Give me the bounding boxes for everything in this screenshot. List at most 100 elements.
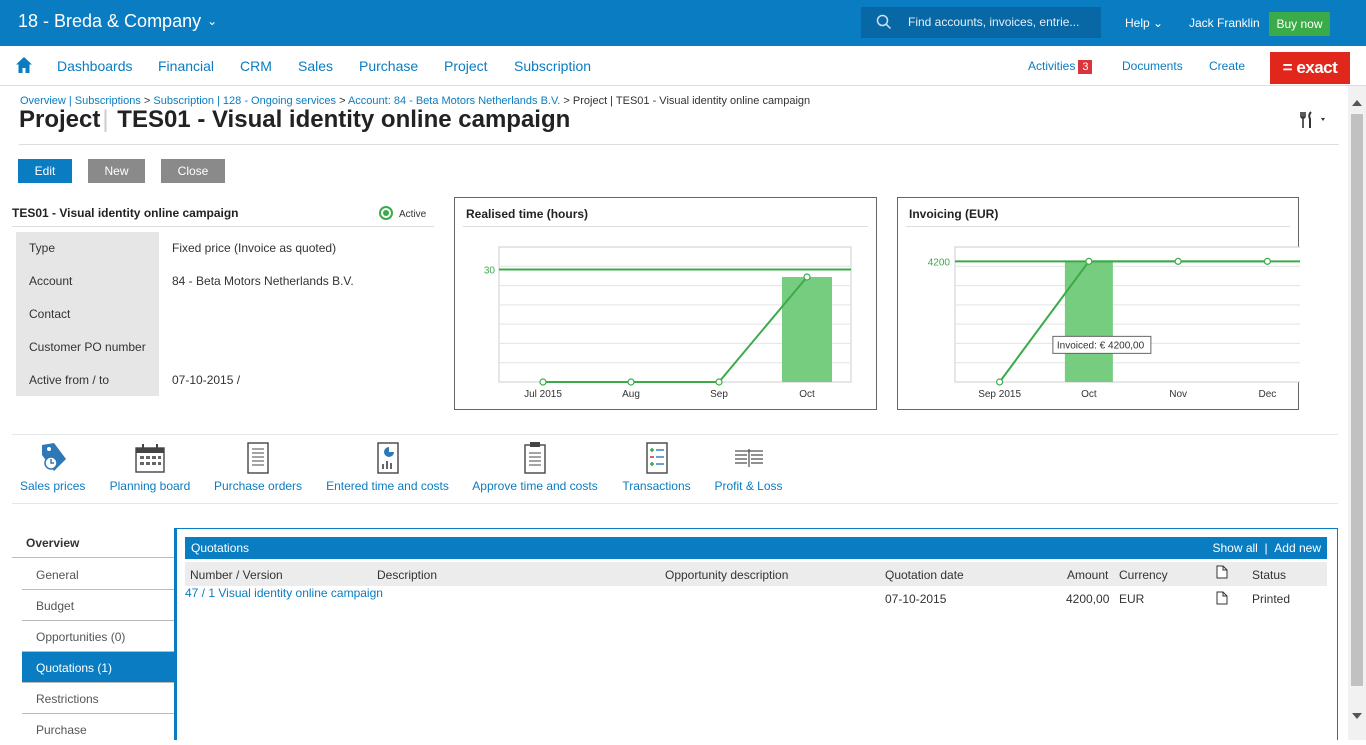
col-currency[interactable]: Currency: [1119, 568, 1168, 582]
shortcut-purchase-orders[interactable]: Purchase orders: [214, 441, 302, 493]
prop-value-active-from-to: 07-10-2015 /: [172, 373, 241, 387]
scroll-down-icon[interactable]: [1352, 713, 1362, 719]
search-input[interactable]: Find accounts, invoices, entrie...: [861, 7, 1101, 38]
col-status[interactable]: Status: [1252, 568, 1286, 582]
detail-divider: [12, 226, 434, 227]
prop-label-account: Account: [29, 274, 73, 288]
bar: [782, 277, 832, 382]
col-description[interactable]: Description: [377, 568, 437, 582]
clipboard-icon: [524, 442, 546, 474]
shortcut-profit-loss[interactable]: Profit & Loss: [714, 441, 783, 493]
col-amount[interactable]: Amount: [1067, 568, 1108, 582]
top-bar: 18 - Breda & Company ⌄ Find accounts, inv…: [0, 0, 1366, 46]
quotation-number-link[interactable]: 47 / 1: [185, 586, 215, 600]
close-button[interactable]: Close: [161, 159, 225, 183]
shortcut-label: Sales prices: [20, 479, 86, 493]
edit-button[interactable]: Edit: [18, 159, 72, 183]
quotations-actions: Show all | Add new: [1212, 541, 1321, 555]
menu-subscription[interactable]: Subscription: [514, 58, 591, 74]
search-icon: [876, 14, 892, 30]
sidenav-head-overview[interactable]: Overview: [12, 528, 176, 558]
plot-area: [954, 246, 1300, 383]
company-selector[interactable]: 18 - Breda & Company ⌄: [18, 11, 217, 32]
documents-link[interactable]: Documents: [1122, 59, 1183, 73]
quotation-currency: EUR: [1119, 592, 1145, 606]
title-separator: |: [102, 106, 109, 133]
sidenav-item-opportunities[interactable]: Opportunities (0): [22, 621, 176, 652]
page-scrollbar[interactable]: [1348, 86, 1366, 740]
x-tick-label: Nov: [1169, 389, 1187, 400]
new-button[interactable]: New: [88, 159, 145, 183]
quotations-header: Quotations Show all | Add new: [185, 537, 1327, 559]
x-tick-label: Sep 2015: [978, 389, 1021, 400]
sidenav-item-general[interactable]: General: [22, 559, 176, 590]
quotation-document[interactable]: [1216, 591, 1228, 608]
data-point: [803, 273, 811, 281]
menu-crm[interactable]: CRM: [240, 58, 272, 74]
quotation-status: Printed: [1252, 592, 1291, 606]
scrollbar-thumb[interactable]: [1351, 114, 1363, 686]
prop-value-account-link[interactable]: 84 - Beta Motors Netherlands B.V.: [172, 274, 354, 288]
prop-label-contact: Contact: [29, 307, 71, 321]
menu-project[interactable]: Project: [444, 58, 488, 74]
shortcut-label: Profit & Loss: [714, 479, 783, 493]
help-label: Help: [1125, 16, 1150, 30]
invoicing-chart-svg: 4200 Sep 2015 Oct Nov Dec Invoiced: € 4200,00: [928, 246, 1300, 400]
quotations-title: Quotations: [191, 541, 250, 555]
data-point: [1085, 257, 1093, 265]
sidenav-item-purchase[interactable]: Purchase: [22, 714, 176, 745]
chart-tooltip-text: Invoiced: € 4200,00: [1057, 340, 1145, 351]
calendar-icon: [135, 444, 165, 473]
sidenav-item-budget[interactable]: Budget: [22, 590, 176, 621]
prop-label-customer-po: Customer PO number: [29, 340, 146, 354]
report-chart-icon: [376, 442, 399, 474]
shortcut-label: Approve time and costs: [472, 479, 598, 493]
realised-time-chart-svg: 30 Jul 2015 Aug Sep Oct: [484, 246, 852, 400]
col-number-version[interactable]: Number / Version: [190, 568, 283, 582]
create-link[interactable]: Create: [1209, 59, 1245, 73]
quotation-amount: 4200,00: [1066, 592, 1110, 606]
activities-count-badge: 3: [1078, 60, 1093, 74]
help-menu[interactable]: Help ⌄: [1125, 16, 1163, 30]
breadcrumb-current: Project | TES01 - Visual identity online…: [572, 95, 811, 107]
tools-menu-icon[interactable]: [1300, 110, 1330, 130]
bar: [1064, 261, 1113, 382]
data-point: [996, 378, 1004, 386]
add-new-link[interactable]: Add new: [1274, 541, 1321, 555]
col-quotation-date[interactable]: Quotation date: [885, 568, 964, 582]
menu-sales[interactable]: Sales: [298, 58, 333, 74]
shortcut-transactions[interactable]: Transactions: [622, 441, 691, 493]
menu-purchase[interactable]: Purchase: [359, 58, 418, 74]
company-name: 18 - Breda & Company: [18, 11, 202, 31]
quotation-description-link[interactable]: Visual identity online campaign: [218, 586, 383, 600]
shortcut-approve-time-costs[interactable]: Approve time and costs: [472, 441, 598, 493]
show-all-link[interactable]: Show all: [1212, 541, 1257, 555]
status-label: Active: [399, 209, 427, 220]
shortcut-planning-board[interactable]: Planning board: [109, 441, 191, 493]
scroll-up-icon[interactable]: [1352, 100, 1362, 106]
ledger-icon: [734, 449, 763, 467]
table-row: 47 / 1 Visual identity online campaign 0…: [185, 586, 1327, 610]
price-tag-icon: [41, 443, 66, 471]
user-menu[interactable]: Jack Franklin: [1189, 16, 1260, 30]
menu-financial[interactable]: Financial: [158, 58, 214, 74]
menu-dashboards[interactable]: Dashboards: [57, 58, 133, 74]
activities-link[interactable]: Activities 3: [1028, 59, 1093, 74]
x-tick-label: Jul 2015: [524, 389, 562, 400]
invoicing-chart: Invoicing (EUR) 4200 Sep 2015 Oct Nov Dec Inv…: [897, 197, 1300, 410]
col-opportunity-description[interactable]: Opportunity description: [665, 568, 788, 582]
shortcut-label: Planning board: [109, 479, 191, 493]
shortcut-label: Entered time and costs: [326, 479, 449, 493]
title-divider: [19, 144, 1339, 145]
shortcut-entered-time-costs[interactable]: Entered time and costs: [326, 441, 449, 493]
sidenav-item-quotations[interactable]: Quotations (1): [22, 652, 176, 683]
sidenav-item-restrictions[interactable]: Restrictions: [22, 683, 176, 714]
home-icon[interactable]: [15, 56, 33, 74]
chevron-down-icon: ⌄: [207, 14, 218, 28]
document-icon: [1216, 565, 1228, 579]
document-icon: [1216, 591, 1228, 605]
status-badge: Active: [379, 206, 426, 220]
data-point: [627, 378, 635, 386]
shortcut-sales-prices[interactable]: Sales prices: [20, 441, 85, 493]
buy-now-button[interactable]: Buy now: [1269, 12, 1330, 36]
